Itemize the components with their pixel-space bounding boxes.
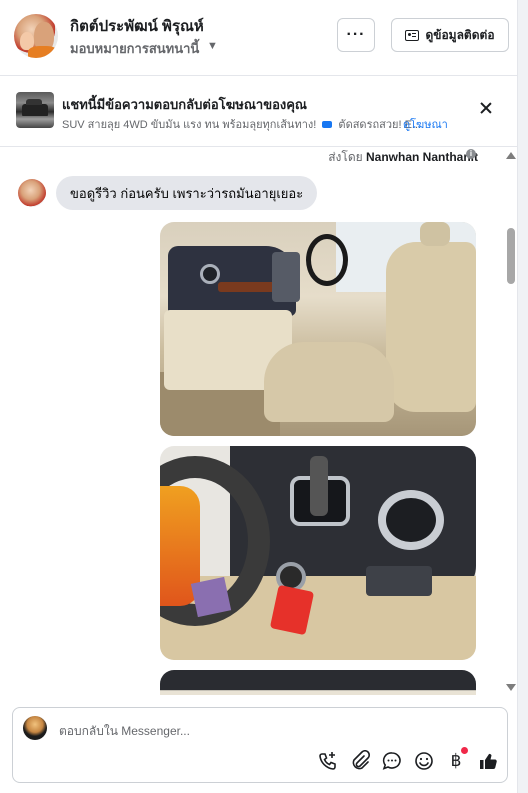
my-avatar [23, 716, 47, 740]
chat-panel: กิตต์ประพัฒน์ พิรุณห์ มอบหมายการสนทนานี้… [0, 0, 518, 793]
ad-description-part1: SUV สายลุย 4WD ขับมัน แรง ทน พร้อมลุยทุก… [62, 119, 317, 131]
sender-name: Nanwhan Nanthanit [365, 150, 478, 164]
sent-by-prefix: ส่งโดย [328, 150, 363, 164]
view-ad-link[interactable]: ดูโฆษณา [403, 115, 448, 133]
paperclip-icon[interactable] [349, 750, 371, 772]
partial-photo[interactable] [160, 670, 476, 695]
car-emoji-icon [322, 120, 333, 128]
message-avatar[interactable] [18, 179, 46, 207]
id-card-icon [405, 29, 420, 41]
thumbs-up-icon[interactable] [477, 750, 499, 772]
phone-plus-icon[interactable] [317, 750, 339, 772]
notification-dot [461, 747, 468, 754]
assign-conversation-link[interactable]: มอบหมายการสนทนานี้ [70, 38, 199, 59]
more-options-button[interactable]: ··· [337, 18, 375, 52]
ad-banner-description: SUV สายลุย 4WD ขับมัน แรง ทน พร้อมลุยทุก… [62, 115, 421, 133]
smile-icon[interactable] [413, 750, 435, 772]
car-interior-photo[interactable] [160, 222, 476, 436]
composer-toolbar: ฿ [313, 747, 503, 772]
caret-down-icon[interactable]: ▼ [207, 40, 218, 52]
scrollbar-thumb[interactable] [507, 228, 515, 284]
chat-header: กิตต์ประพัฒน์ พิรุณห์ มอบหมายการสนทนานี้… [0, 0, 518, 76]
message-bubble[interactable]: ขอดูรีวิว ก่อนครับ เพราะว่ารถมันอายุเยอะ [56, 176, 318, 210]
view-contact-button[interactable]: ดูข้อมูลติดต่อ [391, 18, 509, 52]
chat-bubble-icon[interactable] [381, 750, 403, 772]
dashboard-photo[interactable] [160, 446, 476, 660]
info-icon[interactable]: i [466, 149, 476, 159]
contact-name[interactable]: กิตต์ประพัฒน์ พิรุณห์ [70, 14, 204, 38]
view-contact-label: ดูข้อมูลติดต่อ [425, 27, 495, 42]
reply-input[interactable]: ตอบกลับใน Messenger... [59, 722, 190, 741]
ad-reply-banner: แชทนี้มีข้อความตอบกลับต่อโฆษณาของคุณ SUV… [0, 77, 518, 147]
ad-thumbnail[interactable] [16, 92, 54, 128]
ad-banner-title: แชทนี้มีข้อความตอบกลับต่อโฆษณาของคุณ [62, 97, 307, 112]
message-thread: ส่งโดย Nanwhan Nanthanit i ขอดูรีวิว ก่อ… [0, 148, 518, 695]
more-icon: ··· [346, 26, 366, 43]
sent-by-label: ส่งโดย Nanwhan Nanthanit [328, 148, 478, 167]
scroll-up-arrow-icon[interactable] [506, 152, 516, 159]
reply-composer[interactable]: ตอบกลับใน Messenger... ฿ [12, 707, 508, 783]
close-icon[interactable] [476, 99, 496, 119]
scroll-down-arrow-icon[interactable] [506, 684, 516, 691]
contact-avatar[interactable] [14, 14, 58, 58]
page-edge [518, 0, 528, 793]
